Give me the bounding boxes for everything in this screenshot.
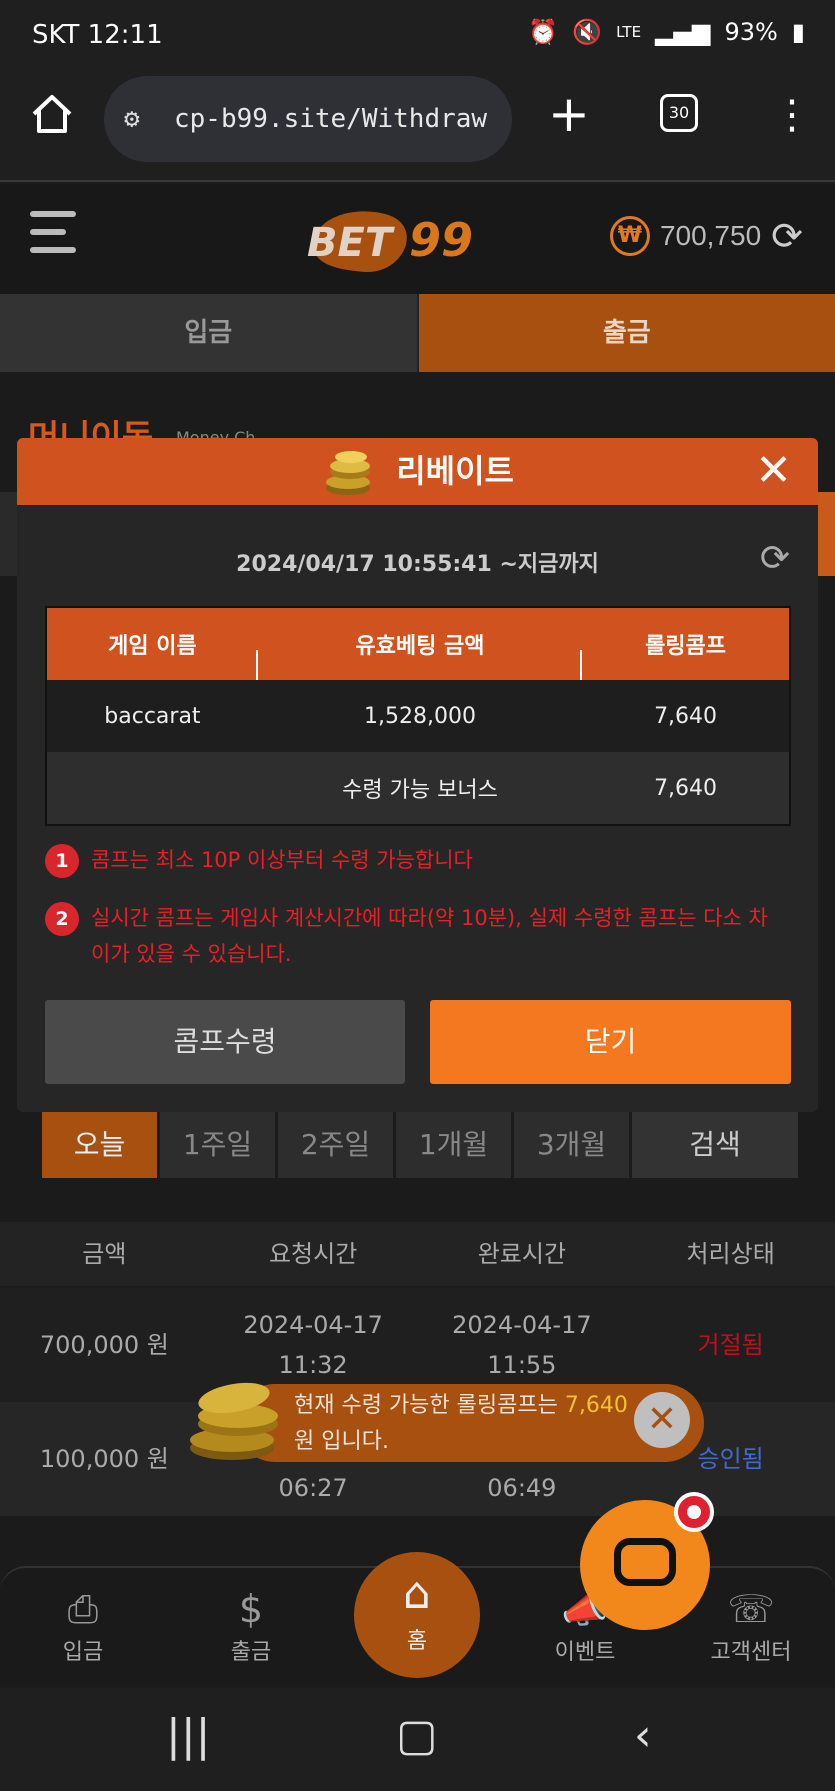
new-tab-icon[interactable]: + bbox=[548, 84, 590, 144]
row-request-time: 06:27 bbox=[278, 1474, 348, 1502]
svg-text:BET: BET bbox=[307, 220, 395, 266]
row-amount: 700,000 원 bbox=[39, 1331, 169, 1359]
tab-withdraw[interactable]: 출금 bbox=[418, 294, 835, 372]
table-row: baccarat 1,528,000 7,640 bbox=[47, 680, 789, 752]
row-complete-date: 2024-04-17 bbox=[452, 1311, 592, 1339]
rebate-period: 2024/04/17 10:55:41 ~지금까지 bbox=[236, 552, 599, 577]
period-1week-button[interactable]: 1주일 bbox=[160, 1112, 275, 1178]
recents-icon[interactable]: ||| bbox=[166, 1710, 210, 1761]
balance-amount: 700,750 bbox=[659, 220, 762, 251]
content-band-accent bbox=[815, 492, 835, 576]
status-bar: SKT 12:11 ⏰ 🔇 LTE ▂▄▆ 93% ▮ bbox=[0, 0, 835, 72]
col-complete-time: 완료시간 bbox=[477, 1240, 567, 1268]
close-icon[interactable]: ✕ bbox=[755, 444, 792, 498]
bet99-logo[interactable]: BET 99 bbox=[305, 194, 485, 284]
battery-icon: ▮ bbox=[791, 18, 805, 46]
notification-dot bbox=[674, 1492, 714, 1532]
deposit-icon: ⎙ bbox=[67, 1587, 99, 1631]
row-request-time: 11:32 bbox=[278, 1351, 348, 1379]
row-amount: 100,000 원 bbox=[39, 1445, 169, 1473]
search-button[interactable]: 검색 bbox=[632, 1112, 798, 1178]
back-icon[interactable]: ‹ bbox=[634, 1710, 652, 1761]
cell-game: baccarat bbox=[104, 703, 201, 729]
period-filter: 오늘 1주일 2주일 1개월 3개월 검색 bbox=[42, 1112, 798, 1178]
chat-icon bbox=[614, 1538, 676, 1586]
notice-text: 실시간 콤프는 게임사 계산시간에 따라(약 10분), 실제 수령한 콤프는 … bbox=[91, 906, 768, 966]
deposit-withdraw-tabs: 입금 출금 bbox=[0, 294, 835, 372]
toast-close-button[interactable]: ✕ bbox=[634, 1392, 690, 1448]
won-coin-icon: ₩ bbox=[609, 216, 650, 256]
col-valid-bet: 유효베팅 금액 bbox=[355, 634, 485, 659]
modal-header: 리베이트 ✕ bbox=[17, 438, 818, 505]
period-3month-button[interactable]: 3개월 bbox=[514, 1112, 629, 1178]
network-label: LTE bbox=[616, 23, 642, 41]
nav-deposit[interactable]: ⎙ 입금 bbox=[28, 1584, 138, 1666]
period-1month-button[interactable]: 1개월 bbox=[396, 1112, 511, 1178]
home-icon: ⌂ bbox=[403, 1568, 431, 1619]
android-nav-bar: ||| ▢ ‹ bbox=[0, 1688, 835, 1791]
toast-message: 현재 수령 가능한 롤링콤프는 7,640 원 입니다. bbox=[294, 1393, 628, 1454]
refresh-balance-icon[interactable]: ⟳ bbox=[771, 214, 803, 258]
modal-title: 리베이트 bbox=[396, 452, 514, 490]
notice-item: 1 콤프는 최소 10P 이상부터 수령 가능합니다 bbox=[45, 842, 785, 878]
period-2week-button[interactable]: 2주일 bbox=[278, 1112, 393, 1178]
cell-valid-bet: 1,528,000 bbox=[364, 703, 476, 729]
col-amount: 금액 bbox=[82, 1240, 127, 1268]
bonus-label: 수령 가능 보너스 bbox=[342, 778, 498, 803]
nav-support[interactable]: ☏ 고객센터 bbox=[696, 1584, 806, 1666]
coins-icon bbox=[190, 1382, 278, 1460]
rebate-modal: 리베이트 ✕ 2024/04/17 10:55:41 ~지금까지 ⟳ 게임 이름… bbox=[17, 438, 818, 1112]
rebate-table: 게임 이름 유효베팅 금액 롤링콤프 baccarat 1,528,000 7,… bbox=[45, 606, 791, 826]
notice-item: 2 실시간 콤프는 게임사 계산시간에 따라(약 10분), 실제 수령한 콤프… bbox=[45, 900, 785, 972]
row-complete-time: 11:55 bbox=[487, 1351, 557, 1379]
menu-icon[interactable] bbox=[30, 211, 76, 265]
status-badge: 거절됨 bbox=[697, 1331, 764, 1359]
carrier-time: SKT 12:11 bbox=[32, 20, 163, 50]
android-home-icon[interactable]: ▢ bbox=[396, 1710, 438, 1761]
history-header: 금액 요청시간 완료시간 처리상태 bbox=[0, 1222, 835, 1286]
col-rolling-comp: 롤링콤프 bbox=[645, 634, 727, 659]
col-request-time: 요청시간 bbox=[268, 1240, 358, 1268]
balance-display: ₩ 700,750 ⟳ bbox=[609, 214, 803, 258]
status-badge: 승인됨 bbox=[697, 1445, 764, 1473]
browser-toolbar: ⚙ cp-b99.site/Withdraw + 30 ⋮ bbox=[0, 72, 835, 182]
support-24-icon: ☏ bbox=[727, 1587, 775, 1631]
claim-comp-button[interactable]: 콤프수령 bbox=[45, 1000, 405, 1084]
tab-count-button[interactable]: 30 bbox=[660, 94, 698, 132]
bonus-row: 수령 가능 보너스 7,640 bbox=[47, 752, 789, 824]
more-menu-icon[interactable]: ⋮ bbox=[772, 90, 812, 140]
mute-icon: 🔇 bbox=[572, 18, 603, 46]
withdraw-icon: $ bbox=[238, 1587, 264, 1631]
toast-amount: 7,640 bbox=[564, 1393, 628, 1418]
row-complete-time: 06:49 bbox=[487, 1474, 557, 1502]
notice-text: 콤프는 최소 10P 이상부터 수령 가능합니다 bbox=[91, 848, 473, 872]
refresh-icon[interactable]: ⟳ bbox=[760, 538, 790, 579]
rebate-table-header: 게임 이름 유효베팅 금액 롤링콤프 bbox=[47, 608, 789, 680]
cell-comp: 7,640 bbox=[654, 703, 718, 729]
signal-icon: ▂▄▆ bbox=[655, 18, 711, 46]
url-bar[interactable]: ⚙ cp-b99.site/Withdraw bbox=[104, 76, 512, 162]
tab-deposit[interactable]: 입금 bbox=[0, 294, 419, 372]
period-today-button[interactable]: 오늘 bbox=[42, 1112, 157, 1178]
svg-text:99: 99 bbox=[409, 213, 473, 267]
alarm-icon: ⏰ bbox=[528, 18, 559, 46]
site-settings-icon[interactable]: ⚙ bbox=[124, 76, 140, 162]
coins-icon bbox=[326, 451, 371, 495]
row-request-date: 2024-04-17 bbox=[243, 1311, 383, 1339]
nav-withdraw[interactable]: $ 출금 bbox=[196, 1584, 306, 1666]
notice-number: 2 bbox=[45, 902, 79, 936]
battery-level: 93% bbox=[724, 18, 778, 46]
notice-number: 1 bbox=[45, 844, 79, 878]
col-game-name: 게임 이름 bbox=[108, 634, 197, 659]
col-status: 처리상태 bbox=[686, 1240, 775, 1268]
bonus-value: 7,640 bbox=[654, 775, 718, 801]
home-icon[interactable] bbox=[28, 90, 76, 138]
site-header: BET 99 ₩ 700,750 ⟳ bbox=[0, 184, 835, 294]
close-button[interactable]: 닫기 bbox=[430, 1000, 791, 1084]
nav-home[interactable]: ⌂ 홈 bbox=[354, 1552, 480, 1678]
url-text: cp-b99.site/Withdraw bbox=[174, 104, 488, 134]
